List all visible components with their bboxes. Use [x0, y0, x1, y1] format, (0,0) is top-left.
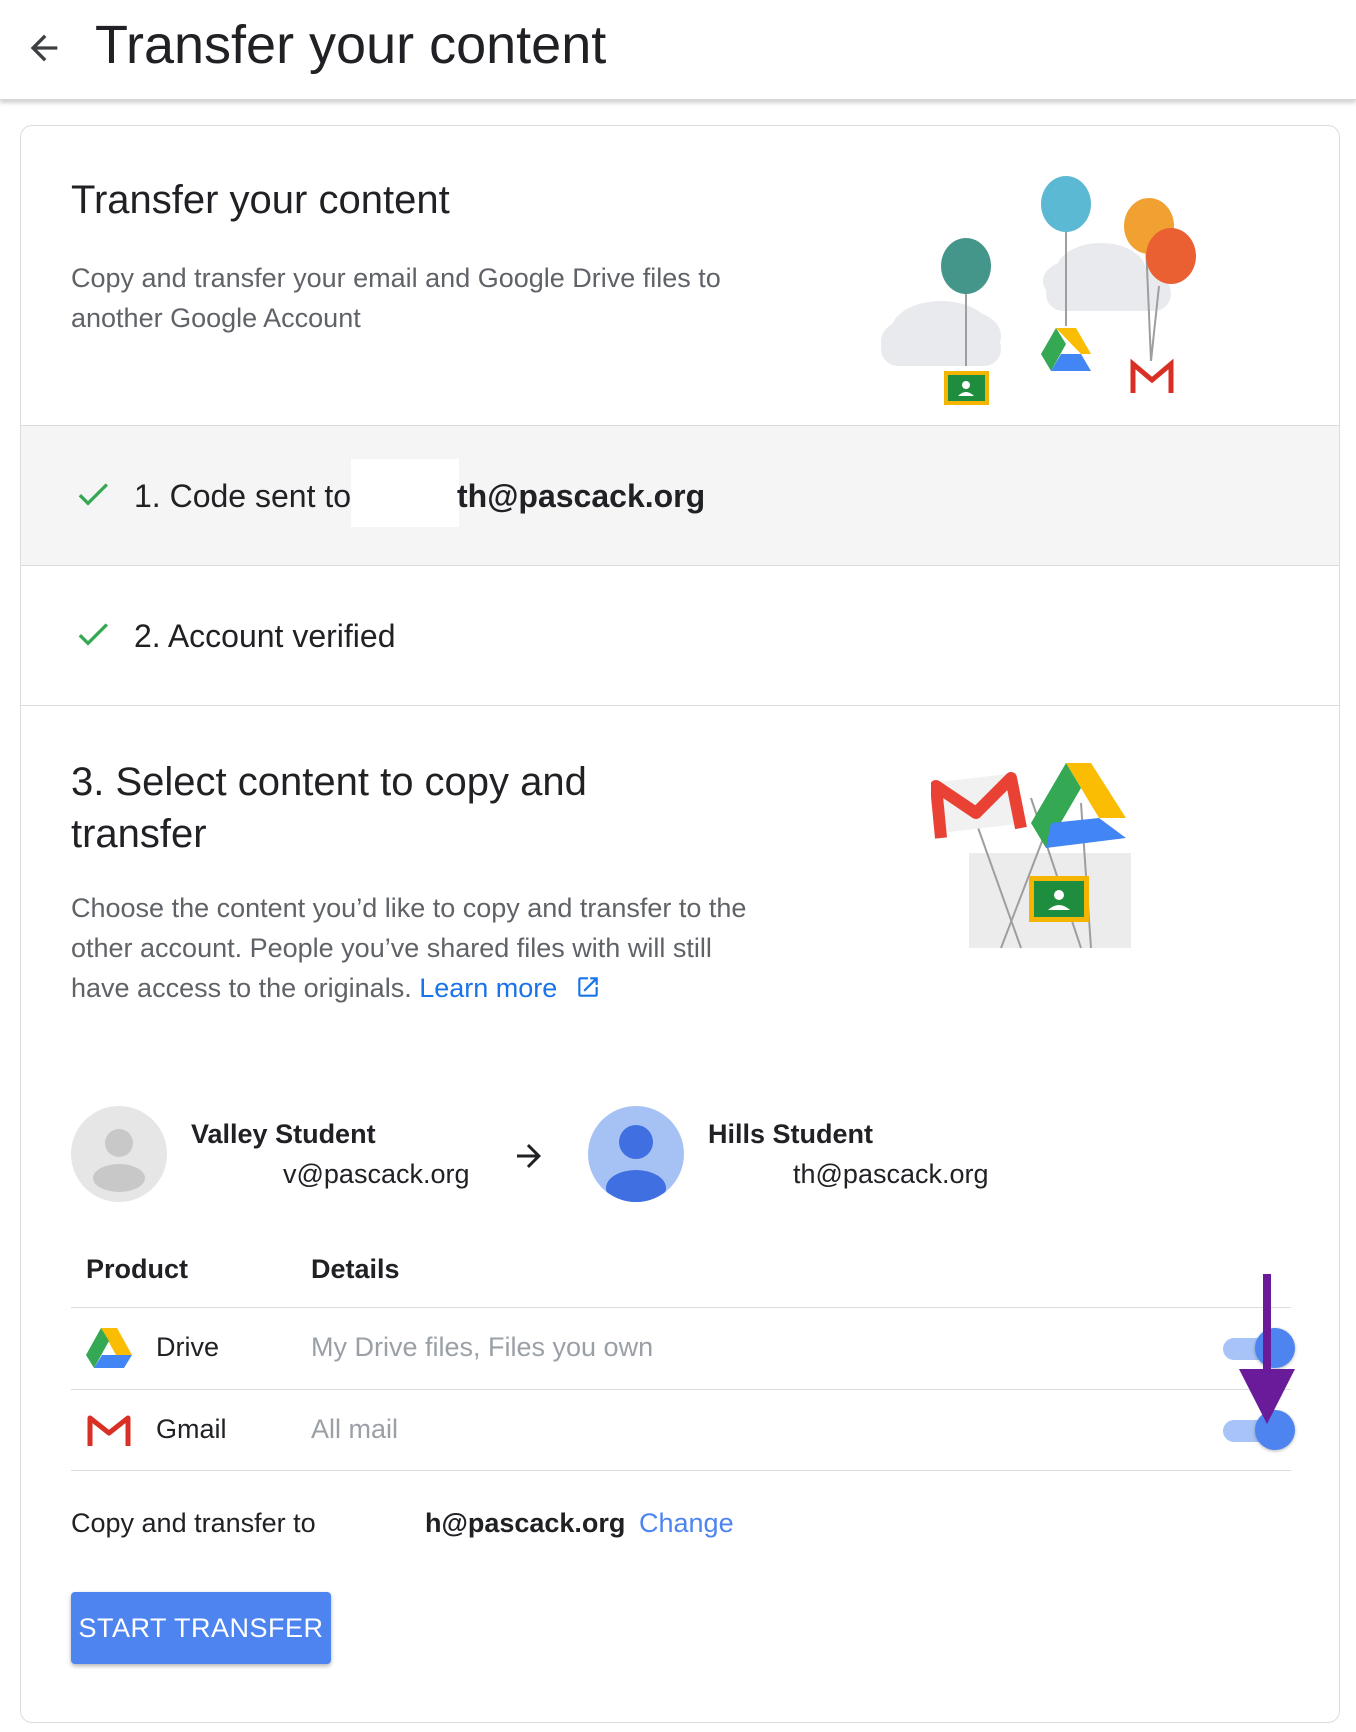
top-app-bar: Transfer your content — [0, 0, 1356, 100]
change-link[interactable]: Change — [639, 1508, 734, 1539]
check-icon — [78, 623, 108, 646]
select-content-title: 3. Select content to copy and transfer — [71, 760, 587, 856]
transfer-card: Transfer your content Copy and transfer … — [20, 125, 1340, 1723]
select-content-description: Choose the content you’d like to copy an… — [71, 888, 751, 1008]
select-description-text: Choose the content you’d like to copy an… — [71, 893, 747, 1003]
arrow-forward-icon — [517, 1144, 541, 1168]
table-row: Drive My Drive files, Files you own — [71, 1307, 1295, 1389]
product-name: Gmail — [156, 1414, 227, 1444]
product-details: All mail — [311, 1414, 399, 1444]
step-account-verified: 2. Account verified — [21, 566, 1339, 706]
step-code-sent: 1. Code sent to th@pascack.org — [21, 426, 1339, 566]
from-account-avatar — [71, 1106, 167, 1202]
product-details: My Drive files, Files you own — [311, 1332, 654, 1362]
step-2-label: 2. Account verified — [134, 618, 396, 654]
learn-more-link[interactable]: Learn more — [419, 973, 557, 1003]
arrow-back-icon — [30, 34, 58, 62]
copy-transfer-email: h@pascack.org — [425, 1508, 626, 1538]
products-illustration — [931, 763, 1131, 949]
balloons-illustration — [881, 176, 1196, 405]
annotation-arrow-down-icon — [1239, 1274, 1295, 1424]
intro-description: Copy and transfer your email and Google … — [71, 263, 721, 333]
step-1-label: 1. Code sent to — [134, 478, 352, 514]
to-account-name: Hills Student — [708, 1119, 874, 1149]
to-account-avatar — [588, 1106, 684, 1202]
check-icon — [78, 483, 108, 506]
copy-transfer-label: Copy and transfer to — [71, 1508, 316, 1538]
open-in-new-icon[interactable] — [575, 974, 601, 1000]
page-title: Transfer your content — [95, 15, 607, 75]
intro-title: Transfer your content — [71, 178, 450, 222]
back-button[interactable] — [14, 18, 74, 78]
start-transfer-button[interactable]: START TRANSFER — [71, 1592, 331, 1664]
person-icon — [71, 1106, 167, 1202]
google-drive-icon — [86, 1328, 132, 1368]
gmail-icon — [87, 1414, 131, 1446]
person-icon — [588, 1106, 684, 1202]
intro-section: Transfer your content Copy and transfer … — [21, 126, 1339, 426]
column-header-details: Details — [311, 1254, 400, 1284]
step-1-email: th@pascack.org — [457, 478, 706, 514]
column-header-product: Product — [86, 1254, 189, 1284]
from-account-email: v@pascack.org — [283, 1159, 470, 1189]
from-account-name: Valley Student — [191, 1119, 376, 1149]
product-name: Drive — [156, 1332, 220, 1362]
table-row: Gmail All mail — [71, 1389, 1295, 1471]
redaction-box — [351, 459, 459, 527]
to-account-email: th@pascack.org — [793, 1159, 989, 1189]
